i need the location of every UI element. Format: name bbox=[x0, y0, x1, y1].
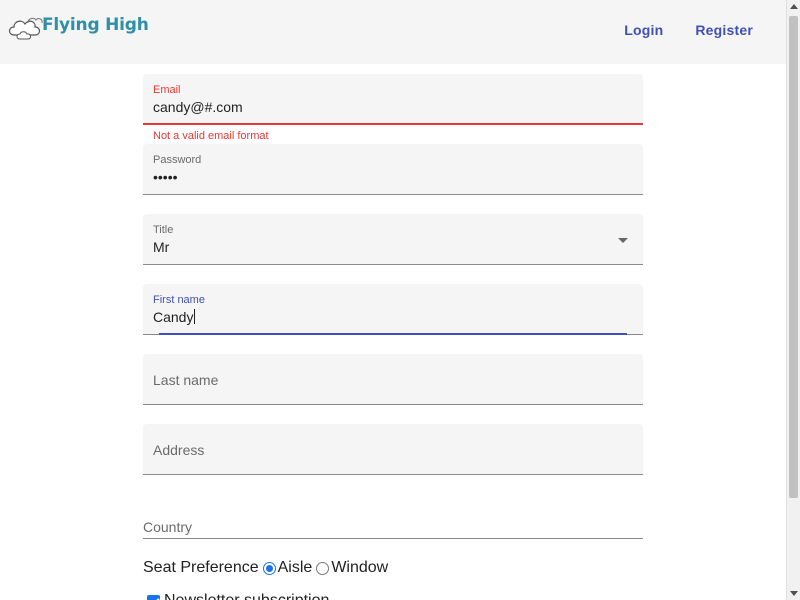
first-name-value-wrap: Candy bbox=[153, 309, 196, 325]
country-placeholder: Country bbox=[143, 519, 193, 535]
newsletter-row: Newsletter subscription bbox=[143, 592, 643, 600]
cloud-icon bbox=[6, 9, 46, 46]
seat-preference-label: Seat Preference bbox=[143, 559, 259, 576]
login-link[interactable]: Login bbox=[624, 22, 663, 38]
newsletter-label[interactable]: Newsletter subscription bbox=[164, 592, 329, 600]
logo[interactable]: Flying High bbox=[6, 10, 149, 44]
app-header: Flying High Login Register bbox=[0, 0, 786, 64]
window-radio-label[interactable]: Window bbox=[331, 559, 388, 577]
vertical-scrollbar[interactable] bbox=[786, 0, 800, 600]
password-label: Password bbox=[153, 154, 202, 166]
email-error-message: Not a valid email format bbox=[153, 130, 269, 142]
email-field[interactable]: Email candy@#.com bbox=[143, 74, 643, 125]
scrollbar-thumb[interactable] bbox=[789, 16, 798, 498]
first-name-label: First name bbox=[153, 294, 205, 306]
title-label: Title bbox=[153, 224, 174, 236]
password-field[interactable]: Password ••••• bbox=[143, 144, 643, 195]
aisle-radio-label[interactable]: Aisle bbox=[278, 559, 313, 577]
focus-underline bbox=[159, 333, 627, 335]
title-value: Mr bbox=[153, 239, 170, 255]
title-select[interactable]: Title Mr bbox=[143, 214, 643, 265]
first-name-value: Candy bbox=[153, 309, 194, 325]
last-name-field[interactable]: Last name bbox=[143, 354, 643, 405]
scroll-up-icon[interactable] bbox=[790, 4, 798, 9]
password-value: ••••• bbox=[153, 169, 178, 185]
register-link[interactable]: Register bbox=[695, 22, 753, 38]
registration-form: Email candy@#.com Not a valid email form… bbox=[143, 74, 643, 600]
country-field[interactable]: Country bbox=[143, 515, 643, 539]
page: Flying High Login Register Email candy@#… bbox=[0, 0, 800, 600]
first-name-field[interactable]: First name Candy bbox=[143, 284, 643, 335]
address-placeholder: Address bbox=[153, 442, 205, 458]
scroll-down-icon[interactable] bbox=[790, 591, 798, 596]
window-radio[interactable] bbox=[316, 561, 330, 575]
email-value: candy@#.com bbox=[153, 99, 243, 115]
seat-preference-group: Seat Preference Aisle Window bbox=[143, 558, 643, 578]
top-nav: Login Register bbox=[624, 22, 753, 38]
chevron-down-icon[interactable] bbox=[618, 238, 628, 243]
address-field[interactable]: Address bbox=[143, 424, 643, 475]
logo-text: Flying High bbox=[42, 15, 149, 35]
email-label: Email bbox=[153, 84, 181, 96]
aisle-radio[interactable] bbox=[262, 561, 276, 575]
newsletter-checkbox[interactable] bbox=[147, 594, 160, 600]
last-name-placeholder: Last name bbox=[153, 372, 219, 388]
text-caret bbox=[194, 309, 196, 324]
